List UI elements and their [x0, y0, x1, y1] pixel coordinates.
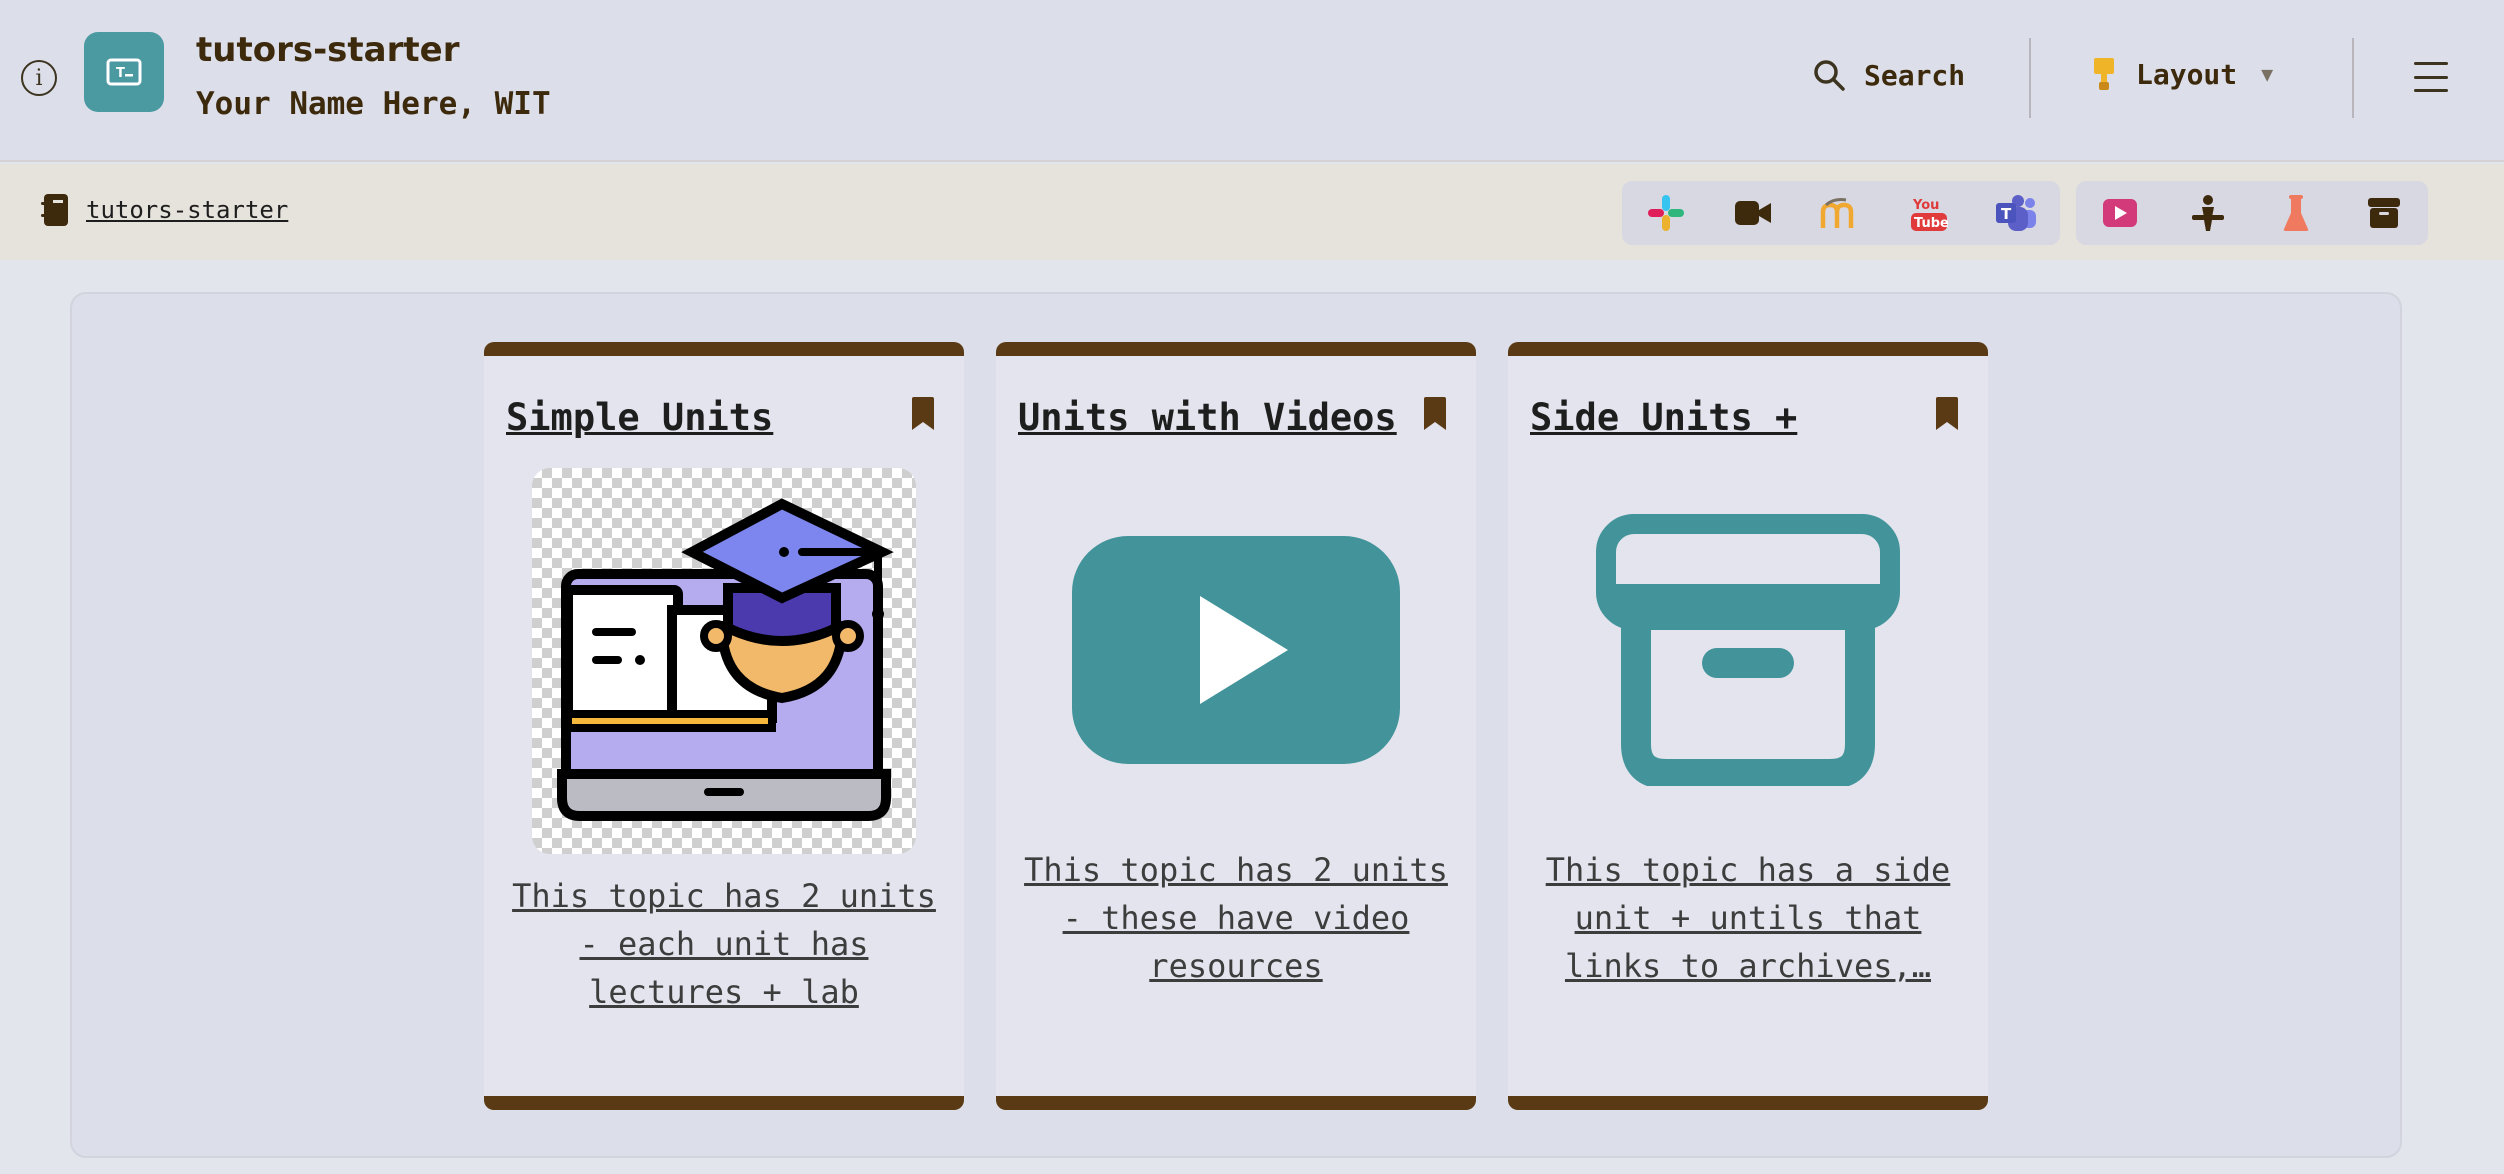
topic-card[interactable]: Simple Units This topic has 2 units - ea…: [484, 342, 964, 1110]
card-title[interactable]: Simple Units: [506, 396, 773, 439]
archive-icon[interactable]: [2340, 181, 2428, 245]
breadcrumb-link[interactable]: tutors-starter: [86, 196, 288, 224]
teams-icon[interactable]: T: [1972, 181, 2060, 245]
external-links-toolbar: You Tube T: [1622, 181, 2060, 245]
youtube-play-icon[interactable]: [1070, 534, 1402, 766]
lab-station-icon[interactable]: [2164, 181, 2252, 245]
svg-text:T: T: [116, 66, 125, 81]
breadcrumb[interactable]: tutors-starter: [40, 192, 288, 228]
moodle-icon[interactable]: [1797, 181, 1885, 245]
breadcrumb-bar: tutors-starter You Tube T: [0, 164, 2504, 260]
graduate-laptop-illustration[interactable]: [532, 468, 916, 854]
topic-card[interactable]: Side Units + This topic has a side unit …: [1508, 342, 1988, 1110]
layout-dropdown[interactable]: Layout ▼: [2092, 56, 2273, 92]
paintbrush-icon: [2094, 58, 2114, 90]
page-title: tutors-starter: [196, 30, 460, 70]
card-description[interactable]: This topic has 2 units - each unit has l…: [504, 872, 944, 1016]
video-play-icon[interactable]: [2076, 181, 2164, 245]
info-icon[interactable]: i: [21, 60, 57, 96]
app-header: i T tutors-starter Your Name Here, WIT S…: [0, 0, 2504, 162]
bookmark-icon[interactable]: [910, 396, 936, 432]
bookmark-icon[interactable]: [1934, 396, 1960, 432]
youtube-icon[interactable]: You Tube: [1885, 181, 1973, 245]
slack-icon[interactable]: [1622, 181, 1710, 245]
svg-text:Tube: Tube: [1914, 216, 1949, 231]
chevron-down-icon: ▼: [2261, 62, 2274, 86]
archive-box-icon[interactable]: [1596, 514, 1900, 789]
topic-card[interactable]: Units with Videos This topic has 2 units…: [996, 342, 1476, 1110]
flask-icon[interactable]: [2252, 181, 2340, 245]
layout-label: Layout: [2136, 57, 2238, 91]
svg-text:T: T: [2001, 205, 2012, 223]
search-label: Search: [1864, 58, 1966, 92]
notebook-icon: [41, 194, 68, 226]
card-description[interactable]: This topic has a side unit + untils that…: [1528, 846, 1968, 990]
card-title[interactable]: Side Units +: [1530, 396, 1797, 439]
search-icon: [1814, 60, 1845, 91]
card-title[interactable]: Units with Videos: [1018, 396, 1397, 439]
search-button[interactable]: Search: [1812, 58, 1965, 92]
video-camera-icon[interactable]: [1710, 181, 1798, 245]
header-divider: [2352, 38, 2354, 118]
header-divider: [2029, 38, 2031, 118]
card-description[interactable]: This topic has 2 units - these have vide…: [1016, 846, 1456, 990]
bookmark-icon[interactable]: [1422, 396, 1448, 432]
page-subtitle: Your Name Here, WIT: [196, 86, 551, 122]
menu-icon[interactable]: [2414, 62, 2448, 92]
svg-text:You: You: [1912, 198, 1939, 213]
topic-toolbar: [2076, 181, 2428, 245]
tutors-logo-icon[interactable]: T: [84, 32, 164, 112]
